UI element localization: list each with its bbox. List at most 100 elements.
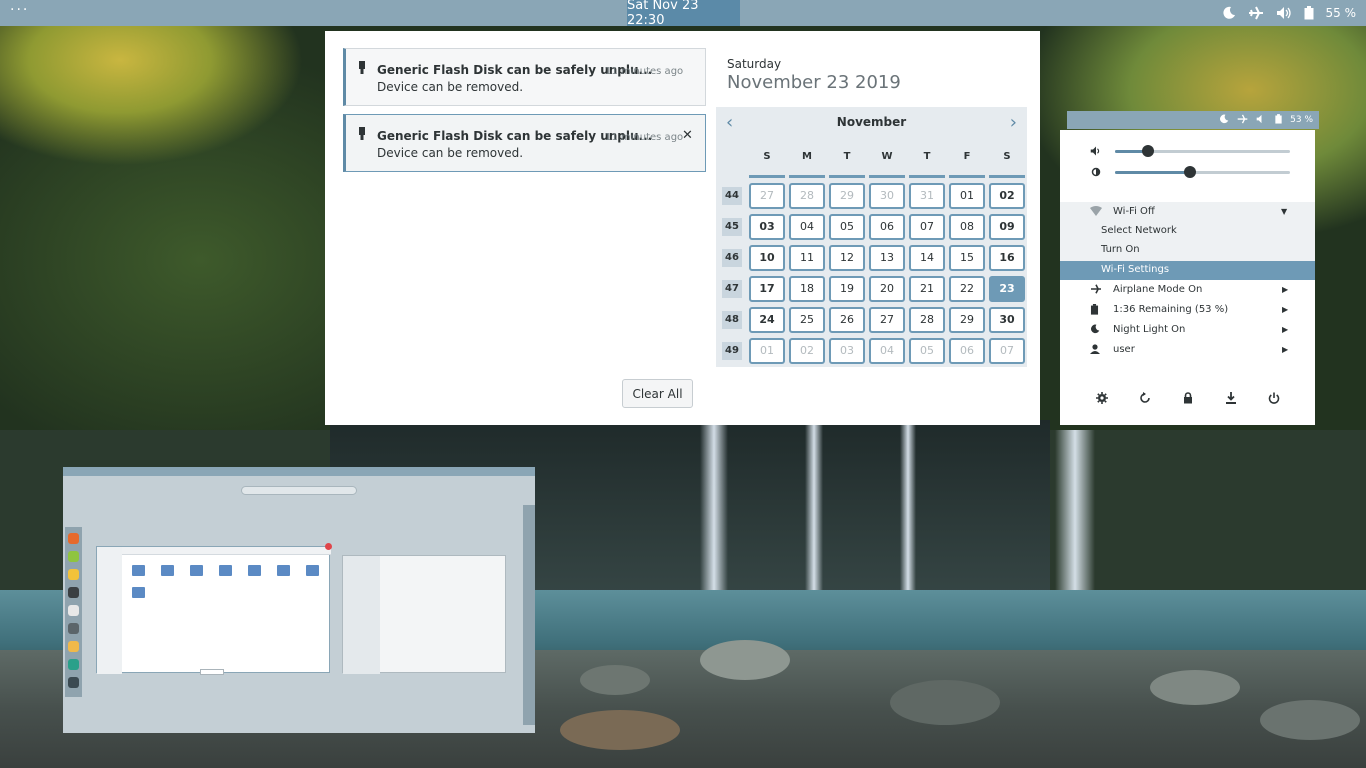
weekday-header: F	[963, 151, 971, 162]
settings-window-thumbnail[interactable]	[342, 555, 506, 674]
user-item[interactable]: user ▶	[1060, 341, 1315, 360]
volume-icon	[1090, 145, 1102, 160]
calendar-day[interactable]: 20	[869, 276, 905, 302]
brightness-slider[interactable]	[1115, 166, 1290, 178]
calendar-day[interactable]: 30	[989, 307, 1025, 333]
lock-icon[interactable]	[1182, 392, 1196, 406]
battery-item[interactable]: 1:36 Remaining (53 %) ▶	[1060, 301, 1315, 320]
week-number: 48	[722, 311, 742, 329]
brightness-slider-handle[interactable]	[1184, 166, 1196, 178]
activities-button[interactable]: ···	[10, 2, 29, 18]
clear-all-button[interactable]: Clear All	[622, 379, 693, 408]
calendar-day[interactable]: 12	[829, 245, 865, 271]
calendar-day[interactable]: 05	[909, 338, 945, 364]
settings-gear-icon[interactable]	[1096, 392, 1110, 406]
calendar-day[interactable]: 09	[989, 214, 1025, 240]
calendar-day[interactable]: 15	[949, 245, 985, 271]
calendar-day[interactable]: 06	[869, 214, 905, 240]
calendar-day[interactable]: 26	[829, 307, 865, 333]
usb-drive-icon	[358, 127, 366, 144]
wifi-label: Wi-Fi Off	[1113, 206, 1155, 217]
calendar-day[interactable]: 16	[989, 245, 1025, 271]
volume-slider-handle[interactable]	[1142, 145, 1154, 157]
night-light-item[interactable]: Night Light On ▶	[1060, 321, 1315, 340]
calendar-day[interactable]: 17	[749, 276, 785, 302]
calendar-day[interactable]: 19	[829, 276, 865, 302]
calendar-day[interactable]: 10	[749, 245, 785, 271]
calendar-day[interactable]: 11	[789, 245, 825, 271]
clock-button[interactable]: Sat Nov 23 22:30	[627, 0, 740, 28]
calendar-day[interactable]: 04	[869, 338, 905, 364]
calendar-day[interactable]: 01	[749, 338, 785, 364]
airplane-mode-label: Airplane Mode On	[1113, 284, 1203, 295]
calendar-day[interactable]: 23	[989, 276, 1025, 302]
notification-item[interactable]: Generic Flash Disk can be safely unplu..…	[343, 114, 706, 172]
wifi-settings-item[interactable]: Wi-Fi Settings	[1060, 261, 1315, 280]
close-icon[interactable]: ✕	[682, 128, 693, 143]
wifi-turn-on-item[interactable]: Turn On	[1060, 241, 1315, 260]
week-number: 49	[722, 342, 742, 360]
brightness-slider-fill	[1115, 171, 1190, 174]
notification-item[interactable]: Generic Flash Disk can be safely unplu..…	[343, 48, 706, 106]
folder-icon	[248, 565, 261, 576]
calendar-day[interactable]: 03	[749, 214, 785, 240]
calendar-day[interactable]: 07	[989, 338, 1025, 364]
airplane-mode-item[interactable]: Airplane Mode On ▶	[1060, 281, 1315, 300]
night-light-icon	[1222, 6, 1236, 20]
calendar-day[interactable]: 22	[949, 276, 985, 302]
calendar-day[interactable]: 02	[789, 338, 825, 364]
calendar-day[interactable]: 27	[749, 183, 785, 209]
calendar-day[interactable]: 28	[909, 307, 945, 333]
week-number: 47	[722, 280, 742, 298]
app-icon	[68, 623, 79, 634]
battery-percent: 53 %	[1290, 115, 1313, 125]
app-icon	[68, 551, 79, 562]
calendar-day[interactable]: 31	[909, 183, 945, 209]
calendar-day[interactable]: 13	[869, 245, 905, 271]
folder-icon	[219, 565, 232, 576]
notification-body: Device can be removed.	[377, 80, 524, 94]
folder-icon	[306, 565, 319, 576]
calendar-day[interactable]: 07	[909, 214, 945, 240]
download-icon[interactable]	[1225, 392, 1239, 406]
screen-rotation-icon[interactable]	[1139, 392, 1153, 406]
weekday-header: M	[802, 151, 812, 162]
calendar-day[interactable]: 30	[869, 183, 905, 209]
calendar-day[interactable]: 21	[909, 276, 945, 302]
calendar-day[interactable]: 14	[909, 245, 945, 271]
calendar-day[interactable]: 05	[829, 214, 865, 240]
calendar-day[interactable]: 25	[789, 307, 825, 333]
system-tray[interactable]: 55 %	[1222, 0, 1356, 26]
calendar-day[interactable]: 06	[949, 338, 985, 364]
weekday-underline	[949, 175, 985, 178]
calendar-day[interactable]: 02	[989, 183, 1025, 209]
weekday-underline	[989, 175, 1025, 178]
chevron-right-icon: ▶	[1282, 305, 1289, 314]
calendar-day[interactable]: 24	[749, 307, 785, 333]
workspace-thumbnail[interactable]	[63, 467, 535, 733]
select-network-item[interactable]: Select Network	[1060, 222, 1315, 241]
calendar-day[interactable]: 29	[949, 307, 985, 333]
weekday-underline	[789, 175, 825, 178]
workspace-next-strip	[523, 505, 535, 725]
close-icon[interactable]	[325, 543, 332, 550]
calendar-day[interactable]: 27	[869, 307, 905, 333]
folder-icon	[277, 565, 290, 576]
wifi-menu-item[interactable]: Wi-Fi Off ▼	[1060, 203, 1315, 222]
calendar-day[interactable]: 03	[829, 338, 865, 364]
calendar-day[interactable]: 08	[949, 214, 985, 240]
brightness-icon	[1090, 166, 1102, 181]
calendar-day[interactable]: 29	[829, 183, 865, 209]
calendar-day[interactable]: 01	[949, 183, 985, 209]
select-network-label: Select Network	[1101, 225, 1177, 236]
power-icon[interactable]	[1268, 392, 1282, 406]
files-window-thumbnail[interactable]	[96, 546, 331, 674]
date-weekday: Saturday	[727, 57, 782, 71]
folder-icon	[132, 587, 145, 598]
volume-slider[interactable]	[1115, 145, 1290, 157]
chevron-right-icon[interactable]: ›	[1010, 112, 1017, 133]
calendar-day[interactable]: 28	[789, 183, 825, 209]
wifi-icon	[1090, 206, 1102, 219]
calendar-day[interactable]: 04	[789, 214, 825, 240]
calendar-day[interactable]: 18	[789, 276, 825, 302]
